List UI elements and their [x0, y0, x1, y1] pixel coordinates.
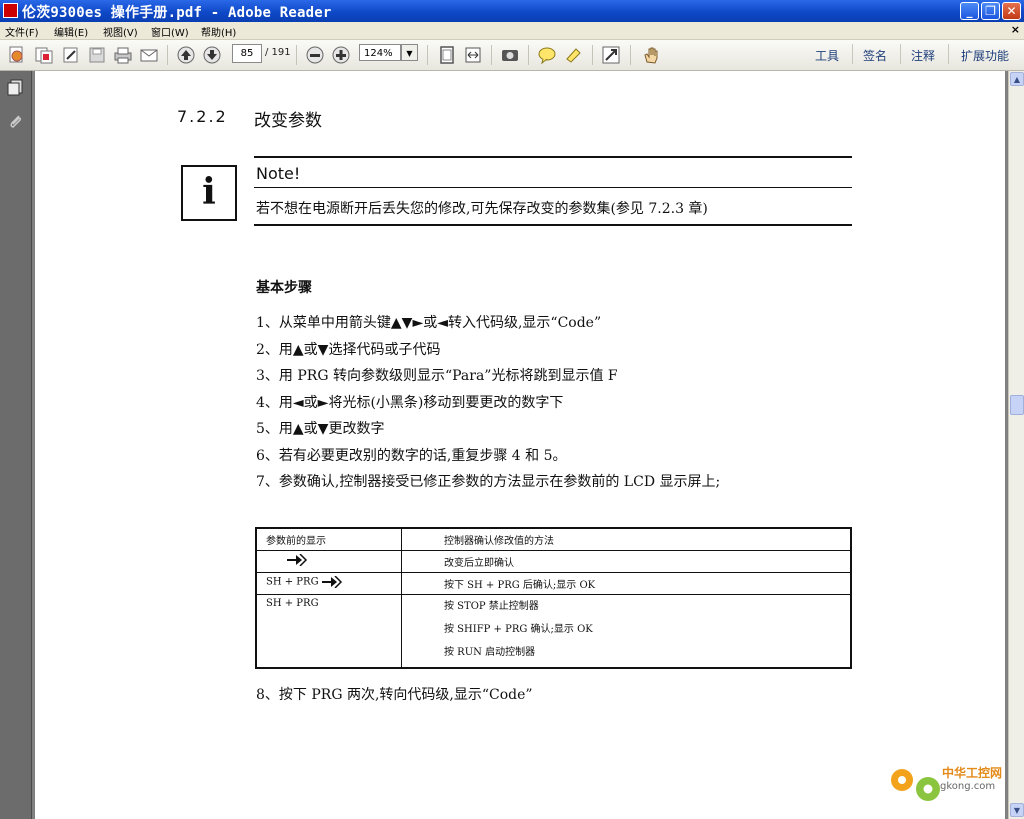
zoom-out-icon[interactable] [305, 45, 325, 65]
table-cell [255, 550, 402, 573]
table-row: SH + PRG 按 STOP 禁止控制器 按 SHIFP + PRG 确认;显… [255, 594, 852, 669]
table-header-row: 参数前的显示 控制器确认修改值的方法 [255, 527, 852, 551]
adobe-reader-icon [3, 3, 18, 18]
table-cell: SH + PRG [255, 572, 402, 595]
comment-icon[interactable] [537, 45, 557, 65]
toolbar-separator [167, 45, 168, 65]
zoom-dropdown-icon[interactable]: ▼ [401, 44, 418, 61]
menu-help[interactable]: 帮助(H) [201, 24, 236, 39]
toolbar-separator [528, 45, 529, 65]
table-cell: 按下 SH + PRG 后确认;显示 OK [401, 572, 852, 595]
toolbar-separator [427, 45, 428, 65]
previous-page-icon[interactable] [176, 45, 196, 65]
close-button[interactable]: ✕ [1002, 2, 1021, 20]
table-cell: 改变后立即确认 [401, 550, 852, 573]
edit-document-icon[interactable] [61, 45, 81, 65]
pages-panel-icon[interactable] [7, 79, 24, 96]
table-row: SH + PRG 按下 SH + PRG 后确认;显示 OK [255, 572, 852, 595]
confirm-method: 按 RUN 启动控制器 [444, 647, 536, 658]
step-item: 6、若有必要更改别的数字的话,重复步骤 4 和 5。 [256, 448, 567, 464]
step-item: 5、用▲或▼更改数字 [256, 421, 385, 437]
fit-width-icon[interactable] [463, 45, 483, 65]
enter-arrow-icon [321, 576, 342, 588]
menu-edit[interactable]: 编辑(E) [54, 24, 88, 39]
toolbar-separator [296, 45, 297, 65]
next-page-icon[interactable] [202, 45, 222, 65]
combine-files-icon[interactable] [34, 45, 54, 65]
highlight-icon[interactable] [563, 45, 583, 65]
confirm-method: 按下 SH + PRG 后确认;显示 OK [444, 580, 596, 591]
toolbar-separator [852, 44, 853, 64]
info-icon: i [181, 165, 237, 221]
toolbar-separator [900, 44, 901, 64]
confirmation-table: 参数前的显示 控制器确认修改值的方法 改变后立即确认 SH + PRG 按下 S… [255, 527, 852, 669]
toolbar-separator [948, 44, 949, 64]
note-label: Note! [256, 164, 301, 183]
toolbar-separator [630, 45, 631, 65]
zoom-in-icon[interactable] [331, 45, 351, 65]
scroll-thumb[interactable] [1010, 395, 1024, 415]
title-bar: 伦茨9300es 操作手册.pdf - Adobe Reader _ ❐ ✕ [0, 0, 1024, 22]
menu-window[interactable]: 窗口(W) [151, 24, 189, 39]
table-cell: 按 STOP 禁止控制器 按 SHIFP + PRG 确认;显示 OK 按 RU… [401, 594, 852, 669]
display-text: SH + PRG [266, 576, 319, 588]
watermark-logo: 中华工控网 gkong.com [884, 757, 1014, 807]
extended-button[interactable]: 扩展功能 [961, 47, 1009, 64]
note-mid-rule [254, 187, 852, 188]
pdf-page: 7.2.2 改变参数 i Note! 若不想在电源断开后丢失您的修改,可先保存改… [35, 71, 1005, 819]
print-icon[interactable] [113, 45, 133, 65]
fit-page-icon[interactable] [437, 45, 457, 65]
final-step: 8、按下 PRG 两次,转向代码级,显示“Code” [256, 687, 533, 703]
attachments-icon[interactable] [7, 113, 24, 130]
navigation-panel [0, 71, 32, 819]
table-header-cell: 控制器确认修改值的方法 [401, 527, 852, 551]
tools-button[interactable]: 工具 [815, 47, 839, 64]
create-pdf-icon[interactable] [7, 45, 27, 65]
step-item: 1、从菜单中用箭头键▲▼►或◄转入代码级,显示“Code” [256, 315, 602, 331]
display-text: SH + PRG [266, 598, 319, 609]
section-title: 改变参数 [254, 111, 322, 131]
confirm-method: 按 STOP 禁止控制器 [444, 601, 539, 612]
save-icon[interactable] [87, 45, 107, 65]
confirm-method: 改变后立即确认 [444, 558, 514, 569]
full-screen-icon[interactable] [601, 45, 621, 65]
snapshot-icon[interactable] [500, 45, 520, 65]
menu-bar: 文件(F) 编辑(E) 视图(V) 窗口(W) 帮助(H) × [0, 22, 1024, 40]
toolbar-separator [592, 45, 593, 65]
steps-title: 基本步骤 [256, 280, 312, 296]
step-item: 4、用◄或►将光标(小黑条)移动到要更改的数字下 [256, 395, 564, 411]
step-item: 3、用 PRG 转向参数级则显示“Para”光标将跳到显示值 F [256, 368, 618, 384]
toolbar-separator [491, 45, 492, 65]
page-total: / 191 [265, 47, 291, 58]
window-title: 伦茨9300es 操作手册.pdf - Adobe Reader [22, 5, 332, 21]
table-cell: SH + PRG [255, 594, 402, 669]
watermark-text-en: gkong.com [940, 781, 995, 792]
page-number-input[interactable]: 85 [232, 44, 262, 63]
section-number: 7.2.2 [177, 107, 228, 126]
step-item: 7、参数确认,控制器接受已修正参数的方法显示在参数前的 LCD 显示屏上; [256, 474, 721, 490]
enter-arrow-icon [287, 554, 308, 566]
document-close-icon[interactable]: × [1011, 23, 1020, 36]
note-bottom-rule [254, 224, 852, 226]
comment-button[interactable]: 注释 [911, 47, 935, 64]
zoom-level-input[interactable]: 124% [359, 44, 401, 61]
sign-button[interactable]: 签名 [863, 47, 887, 64]
info-icon-letter: i [202, 171, 216, 213]
menu-file[interactable]: 文件(F) [5, 24, 39, 39]
table-row: 改变后立即确认 [255, 550, 852, 573]
step-item: 2、用▲或▼选择代码或子代码 [256, 342, 441, 358]
vertical-scrollbar[interactable]: ▲ ▼ [1008, 71, 1024, 819]
hand-tool-icon[interactable] [641, 45, 661, 65]
email-icon[interactable] [139, 45, 159, 65]
note-text: 若不想在电源断开后丢失您的修改,可先保存改变的参数集(参见 7.2.3 章) [256, 201, 708, 217]
scroll-up-icon[interactable]: ▲ [1010, 72, 1024, 86]
minimize-button[interactable]: _ [960, 2, 979, 20]
table-header-cell: 参数前的显示 [255, 527, 402, 551]
watermark-text-cn: 中华工控网 [942, 765, 1002, 780]
restore-button[interactable]: ❐ [981, 2, 1000, 20]
confirm-method: 按 SHIFP + PRG 确认;显示 OK [444, 624, 593, 635]
menu-view[interactable]: 视图(V) [103, 24, 138, 39]
note-top-rule [254, 156, 852, 158]
